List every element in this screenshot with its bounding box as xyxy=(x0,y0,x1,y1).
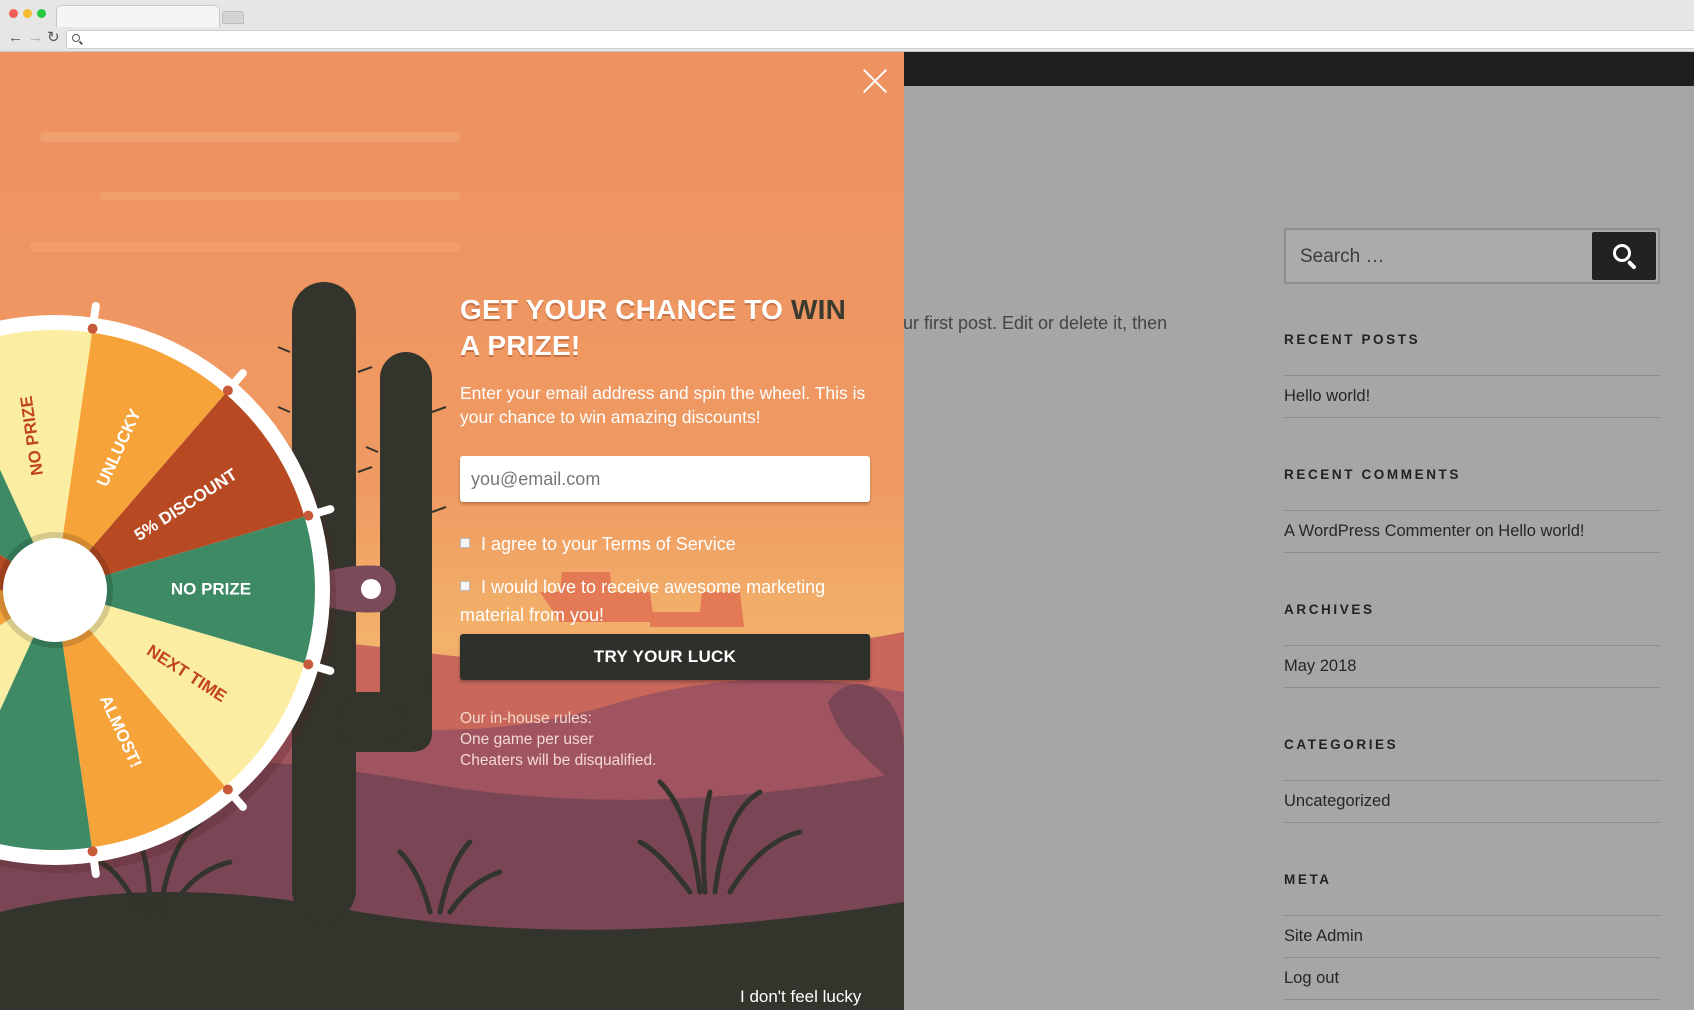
email-field[interactable] xyxy=(460,456,870,502)
wheel-label: NO PRIZE xyxy=(171,579,251,598)
browser-chrome: ← → ↻ xyxy=(0,0,1694,52)
reload-icon[interactable]: ↻ xyxy=(47,30,60,46)
divider xyxy=(1284,645,1660,646)
close-icon[interactable] xyxy=(862,68,888,94)
recent-post-link[interactable]: Hello world! xyxy=(1284,387,1370,406)
search-button[interactable] xyxy=(1592,232,1656,280)
divider xyxy=(1284,552,1660,553)
search-input[interactable]: Search … xyxy=(1300,246,1384,268)
maximize-window-dot[interactable] xyxy=(37,9,46,18)
archive-link[interactable]: May 2018 xyxy=(1284,657,1356,676)
address-bar[interactable] xyxy=(66,30,1694,49)
divider xyxy=(1284,375,1660,376)
terms-checkbox-row[interactable]: I agree to your Terms of Service xyxy=(460,530,880,558)
divider xyxy=(1284,510,1660,511)
marketing-checkbox[interactable] xyxy=(460,581,470,591)
widget-title-meta: META xyxy=(1284,872,1332,887)
divider xyxy=(1284,915,1660,916)
forward-arrow-icon[interactable]: → xyxy=(28,30,43,46)
divider xyxy=(1284,417,1660,418)
site-admin-link[interactable]: Site Admin xyxy=(1284,927,1363,946)
post-excerpt: ur first post. Edit or delete it, then xyxy=(903,313,1168,333)
search-form: Search … xyxy=(1284,228,1660,284)
divider xyxy=(1284,780,1660,781)
divider xyxy=(1284,957,1660,958)
try-your-luck-button[interactable]: TRY YOUR LUCK xyxy=(460,634,870,680)
category-link[interactable]: Uncategorized xyxy=(1284,792,1390,811)
divider xyxy=(1284,999,1660,1000)
divider xyxy=(1284,687,1660,688)
back-arrow-icon[interactable]: ← xyxy=(8,30,23,46)
sidebar: Search … RECENT POSTS Hello world! RECEN… xyxy=(1284,228,1660,1000)
popup-subtext: Enter your email address and spin the wh… xyxy=(460,383,866,427)
search-icon xyxy=(1613,244,1631,262)
minimize-window-dot[interactable] xyxy=(23,9,32,18)
widget-title-recent-posts: RECENT POSTS xyxy=(1284,332,1421,347)
widget-title-archives: ARCHIVES xyxy=(1284,602,1375,617)
search-icon xyxy=(72,34,80,42)
divider xyxy=(1284,822,1660,823)
no-luck-link[interactable]: I don't feel lucky xyxy=(740,987,861,1007)
popup-headline: GET YOUR CHANCE TO WIN A PRIZE! xyxy=(460,294,847,361)
spin-wheel-popup: 5% DISCOUNTUNLUCKYNO PRIZE50% DISCOUNTAL… xyxy=(0,52,904,1010)
close-window-dot[interactable] xyxy=(9,9,18,18)
widget-title-categories: CATEGORIES xyxy=(1284,737,1399,752)
marketing-checkbox-row[interactable]: I would love to receive awesome marketin… xyxy=(460,573,880,629)
terms-checkbox[interactable] xyxy=(460,538,470,548)
new-tab-button[interactable] xyxy=(222,11,244,24)
house-rules: Our in-house rules: One game per user Ch… xyxy=(460,710,657,769)
browser-tab[interactable] xyxy=(56,5,220,27)
widget-title-recent-comments: RECENT COMMENTS xyxy=(1284,467,1461,482)
recent-comment-link[interactable]: A WordPress Commenter on Hello world! xyxy=(1284,522,1584,541)
log-out-link[interactable]: Log out xyxy=(1284,969,1339,988)
